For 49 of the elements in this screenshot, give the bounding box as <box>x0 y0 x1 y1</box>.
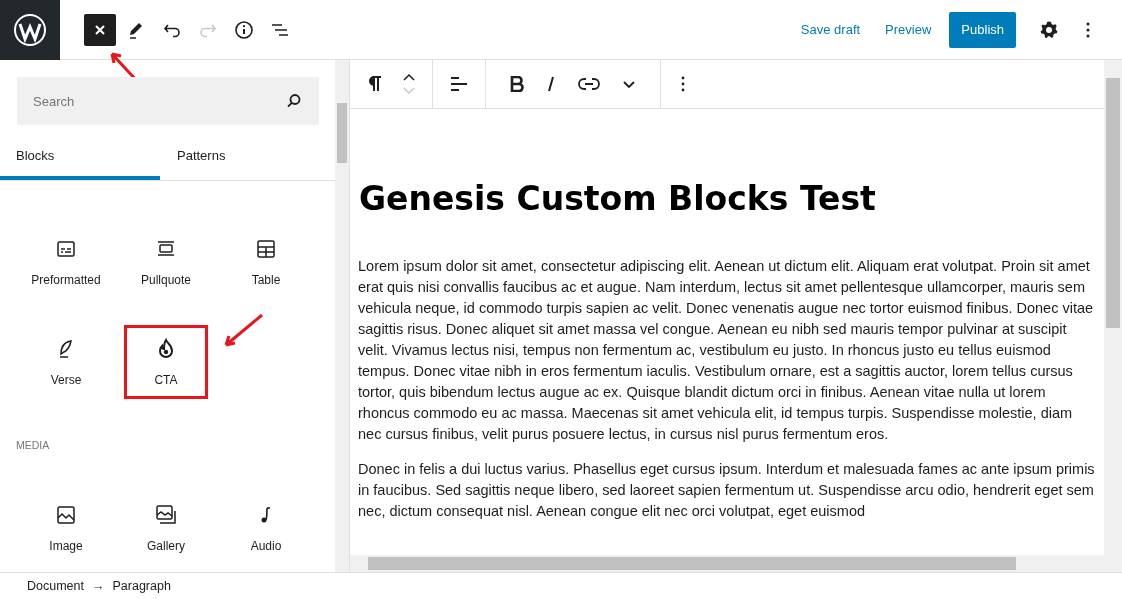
table-icon <box>254 237 278 261</box>
scrollbar[interactable] <box>350 555 1104 572</box>
block-label: Image <box>49 539 83 553</box>
block-label: Audio <box>250 539 282 553</box>
more-options-icon[interactable] <box>681 76 685 92</box>
paragraph-icon[interactable] <box>366 74 382 94</box>
search-field[interactable]: Search <box>17 77 319 125</box>
tab[interactable]: Patterns <box>160 135 320 180</box>
image-icon <box>54 503 78 527</box>
breadcrumb-link[interactable]: Paragraph <box>112 579 171 593</box>
bold-icon[interactable] <box>510 76 524 92</box>
scrollbar[interactable] <box>1104 60 1122 572</box>
chevron-up-icon[interactable] <box>402 73 416 82</box>
chevron-down-icon[interactable] <box>622 79 636 89</box>
scrollbar[interactable] <box>335 60 349 572</box>
paragraph[interactable]: Donec in felis a dui luctus varius. Phasellus eget cursus ipsum. Interdum et malesuada fames ac ante ipsum primis in faucibus. Sed sagittis neque libero, sed laoreet sapien fermentum ut. Suspendisse arcu odio, hendrerit eget sem nec, dictum consequat nisl. Aenean congue elit nec orci volutpat, eget euismod <box>358 459 1096 522</box>
post-title[interactable]: Genesis Custom Blocks Test <box>359 179 1096 218</box>
breadcrumb-separator: → <box>92 579 105 593</box>
align-left-icon[interactable] <box>449 74 469 94</box>
block-item[interactable]: Verse <box>24 325 108 399</box>
save-draft-link[interactable]: Save draft <box>800 22 861 37</box>
settings-icon[interactable] <box>1039 19 1059 40</box>
close-button[interactable] <box>84 13 116 46</box>
wordpress-logo[interactable] <box>0 0 60 60</box>
block-item[interactable]: Table <box>224 225 308 299</box>
block-item[interactable]: Audio <box>224 491 308 565</box>
block-item[interactable]: CTA <box>124 325 208 399</box>
tab[interactable]: Blocks <box>0 135 160 180</box>
link-icon[interactable] <box>578 77 600 91</box>
block-label: Gallery <box>147 539 185 553</box>
search-icon <box>285 92 303 110</box>
block-label: Pullquote <box>140 273 191 287</box>
block-item[interactable]: Image <box>24 491 108 565</box>
section-heading: MEDIA <box>16 439 51 451</box>
block-item[interactable]: Gallery <box>124 491 208 565</box>
publish-button[interactable]: Publish <box>949 11 1016 48</box>
breadcrumb-link[interactable]: Document <box>27 579 84 593</box>
italic-icon[interactable] <box>546 76 556 92</box>
block-item[interactable]: Preformatted <box>24 225 108 299</box>
preview-link[interactable]: Preview <box>885 22 932 37</box>
paragraph[interactable]: Lorem ipsum dolor sit amet, consectetur adipiscing elit. Aenean ut dictum elit. Aliquam erat volutpat. Proin sit amet erat quis nisi convallis faucibus ac et augue. Nam interdum, lectus sit amet pellentesque ullamcorper, mauris sem vehicula neque, id commodo turpis sapien ac velit. Donec venenatis augue nec tortor euismod finibus. Donec vitae sagittis risus. Donec aliquet sit amet massa vel congue. Aenean eu nibh sed mauris tempor pulvinar at suscipit velit. Vivamus lectus nisi, tempus non fermentum ac, vestibulum eu justo. In rhoncus justo eu tellus euismod tempus. Donec vitae nibh in eros fermentum iaculis. Vestibulum ornare, est a sagittis auctor, lorem tellus cursus tortor, quis bibendum lectus augue ac ex. Quisque blandit dictum orci in finibus. Aenean vitae nulla ut lorem rhoncus commodo eu ac massa. Maecenas sit amet vehicula elit, id tempus turpis. Suspendisse molestie, diam nec cursus finibus, velit purus posuere lectus, in cursus nisl purus fermentum eros. <box>358 256 1096 445</box>
block-label: CTA <box>154 373 178 387</box>
block-label: Verse <box>50 373 82 387</box>
block-label: Preformatted <box>31 273 101 287</box>
gallery-icon <box>154 503 178 527</box>
more-options-icon[interactable] <box>1086 21 1090 38</box>
block-label: Table <box>251 273 281 287</box>
close-icon <box>94 23 106 36</box>
block-item[interactable]: Pullquote <box>124 225 208 299</box>
